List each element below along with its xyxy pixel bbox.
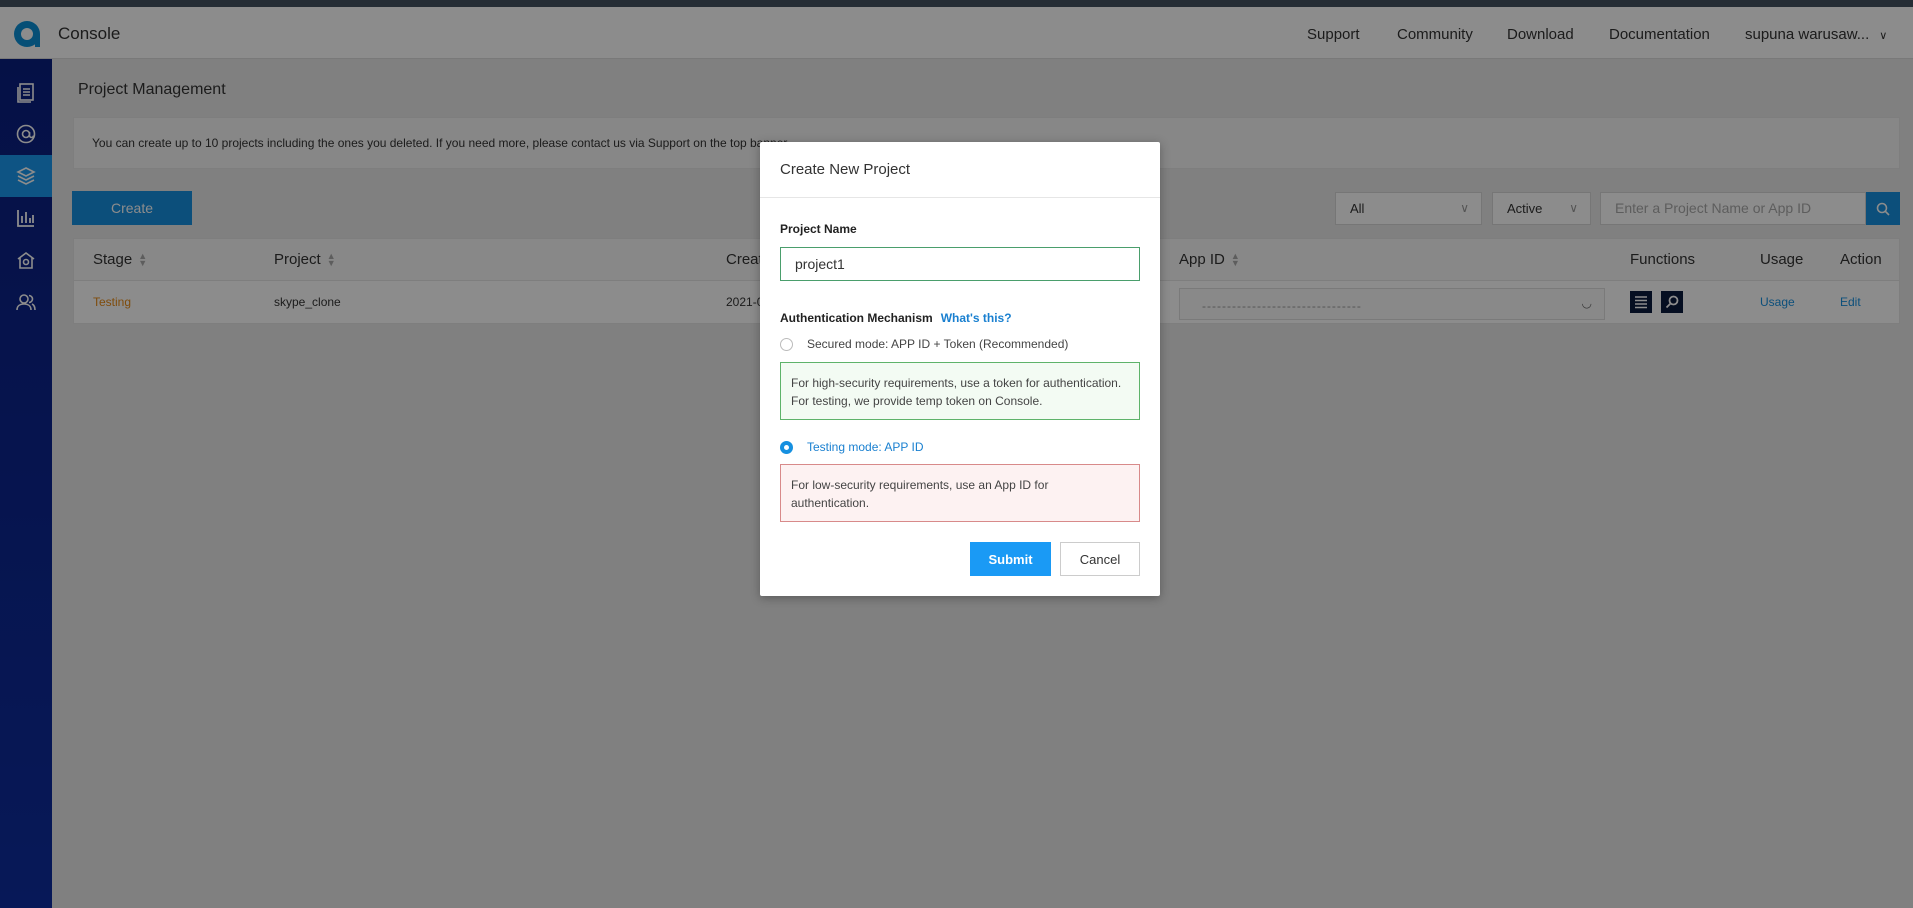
- secured-mode-description: For high-security requirements, use a to…: [780, 362, 1140, 420]
- cancel-button[interactable]: Cancel: [1060, 542, 1140, 576]
- radio-button-checked[interactable]: [780, 440, 793, 454]
- auth-mechanism-label: Authentication Mechanism What's this?: [780, 311, 1012, 325]
- testing-mode-label: Testing mode: APP ID: [807, 440, 924, 454]
- testing-mode-description: For low-security requirements, use an Ap…: [780, 464, 1140, 522]
- dialog-title: Create New Project: [760, 142, 1160, 198]
- create-project-dialog: Create New Project Project Name Authenti…: [760, 142, 1160, 596]
- project-name-label: Project Name: [780, 222, 857, 236]
- radio-testing-mode[interactable]: Testing mode: APP ID: [780, 440, 924, 454]
- whats-this-link[interactable]: What's this?: [941, 311, 1012, 325]
- radio-button[interactable]: [780, 337, 793, 351]
- secured-mode-label: Secured mode: APP ID + Token (Recommende…: [807, 337, 1069, 351]
- radio-secured-mode[interactable]: Secured mode: APP ID + Token (Recommende…: [780, 337, 1068, 351]
- project-name-input[interactable]: [780, 247, 1140, 281]
- submit-button[interactable]: Submit: [970, 542, 1051, 576]
